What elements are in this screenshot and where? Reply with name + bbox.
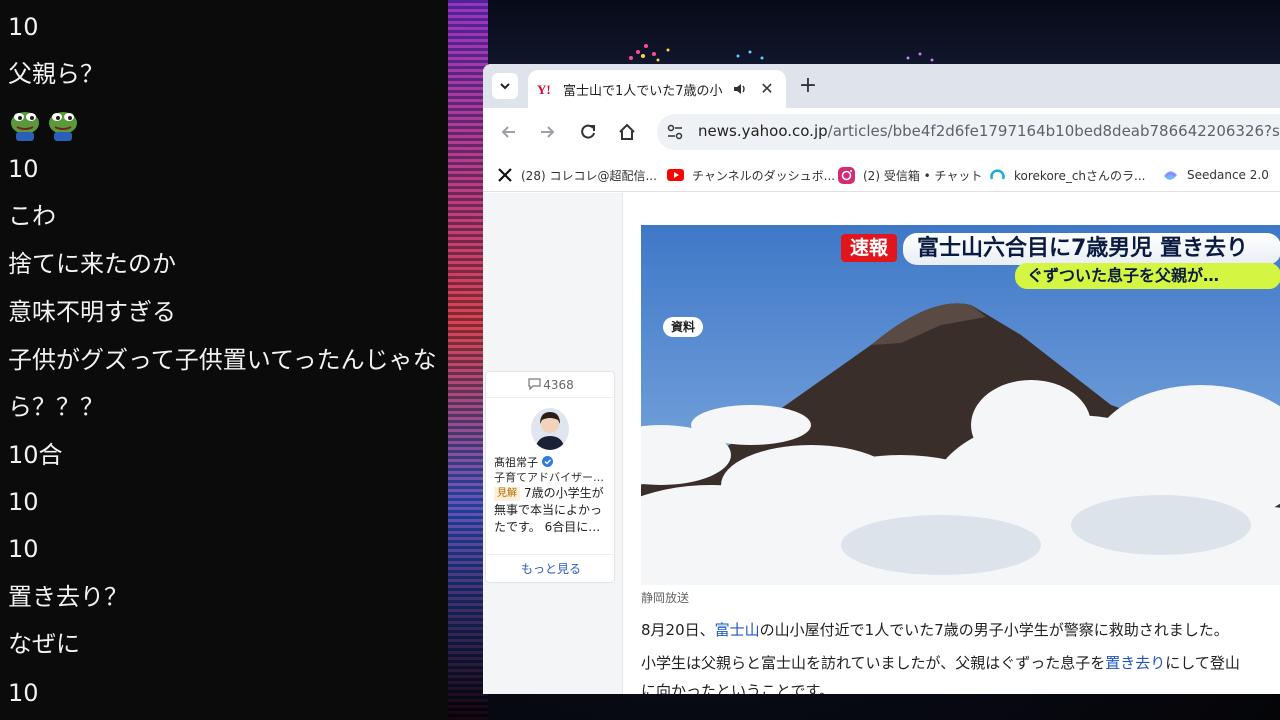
- chat-message: 意味不明すぎる: [8, 298, 176, 326]
- tab-close-button[interactable]: ✕: [758, 80, 776, 98]
- fireworks-top: [488, 0, 1280, 64]
- bookmark-label: (28) コレコレ@超配信...: [521, 168, 657, 183]
- tab-bar: Y! 富士山で1人でいた7歳の小学 ✕ +: [483, 64, 1280, 108]
- file-footage-label: 資料: [663, 317, 703, 337]
- chat-message: 10: [8, 155, 39, 183]
- verified-badge-icon: [541, 456, 553, 467]
- new-tab-button[interactable]: +: [797, 75, 819, 97]
- chat-overlay: 10 父親ら？ 10 こわ 捨てに来たのか 意味不明すぎる 子供がグズって子供置…: [0, 0, 448, 720]
- comment-icon: [528, 378, 541, 391]
- chat-message: 父親ら？: [8, 60, 104, 88]
- tab-search-button[interactable]: [492, 73, 518, 99]
- reload-icon[interactable]: [578, 122, 598, 142]
- bookmark-item[interactable]: Seedance 2.0: [1162, 165, 1269, 185]
- article-paragraph: 小学生は父親らと富士山を訪れていましたが、父親はぐずった息子を置き去りにして登山: [641, 654, 1240, 672]
- tab-active[interactable]: Y! 富士山で1人でいた7歳の小学 ✕: [528, 70, 786, 108]
- opinion-badge: 見解: [494, 487, 520, 501]
- article-side-column: 4368 髙祖常子 子育てアドバイザー… 7歳の小学生が無事で本当によかったです…: [483, 193, 623, 694]
- home-icon[interactable]: [617, 122, 637, 142]
- frog-emote-icon: [49, 112, 77, 141]
- yahoo-favicon-icon: Y!: [537, 82, 551, 97]
- seedance-icon: [1162, 167, 1179, 184]
- chat-message: [8, 104, 84, 144]
- browser-window: Y! 富士山で1人でいた7歳の小学 ✕ + news.yahoo.co.jp/a…: [483, 64, 1280, 694]
- see-more-link[interactable]: もっと見る: [486, 554, 616, 582]
- breaking-news-label: 速報: [841, 234, 897, 262]
- instagram-icon: [838, 166, 855, 184]
- expert-comment-card[interactable]: 4368 髙祖常子 子育てアドバイザー… 7歳の小学生が無事で本当によかったです…: [485, 371, 616, 583]
- tab-title: 富士山で1人でいた7歳の小学: [563, 84, 723, 98]
- keyword-link[interactable]: 富士山: [715, 621, 760, 639]
- author-role: 子育てアドバイザー…: [494, 471, 604, 484]
- article-image[interactable]: 速報 富士山六合目に7歳男児 置き去り ぐずついた息子を父親が… 資料: [641, 225, 1280, 585]
- chevron-down-icon: [500, 83, 510, 90]
- x-icon: [496, 167, 513, 184]
- keyword-link[interactable]: 置き去り: [1105, 654, 1165, 672]
- comment-count-value: 4368: [543, 378, 574, 392]
- fireworks-strip: [448, 0, 488, 720]
- bookmark-item[interactable]: (28) コレコレ@超配信...: [496, 165, 657, 185]
- chat-message: 子供がグズって子供置いてったんじゃな: [8, 346, 437, 374]
- url-host: news.yahoo.co.jp: [698, 122, 828, 140]
- author-name[interactable]: 髙祖常子: [494, 454, 553, 470]
- toolbar: news.yahoo.co.jp/articles/bbe4f2d6fe1797…: [483, 108, 1280, 156]
- bookmark-label: Seedance 2.0: [1187, 168, 1269, 182]
- address-bar[interactable]: news.yahoo.co.jp/articles/bbe4f2d6fe1797…: [657, 114, 1280, 150]
- site-settings-icon[interactable]: [665, 122, 685, 142]
- article-paragraph: 8月20日、富士山の山小屋付近で1人でいた7歳の男子小学生が警察に救助されました…: [641, 621, 1229, 639]
- chat-message: 捨てに来たのか: [8, 250, 176, 278]
- url-path: /articles/bbe4f2d6fe1797164b10bed8deab78…: [827, 122, 1280, 140]
- image-caption: 静岡放送: [641, 591, 690, 605]
- comment-count[interactable]: 4368: [486, 372, 616, 398]
- back-arrow-icon[interactable]: [499, 122, 519, 142]
- forward-arrow-icon[interactable]: [537, 122, 557, 142]
- frog-emote-icon: [11, 112, 39, 141]
- bookmark-item[interactable]: (2) 受信箱 • チャット: [838, 165, 982, 185]
- url-text: news.yahoo.co.jp/articles/bbe4f2d6fe1797…: [698, 122, 1280, 140]
- bookmark-label: korekore_chさんのラ...: [1014, 168, 1146, 183]
- chat-message: 10: [8, 679, 39, 707]
- youtube-icon: [667, 167, 684, 184]
- speaker-icon[interactable]: [732, 81, 748, 97]
- chat-message: 10: [8, 488, 39, 516]
- bookmark-label: チャンネルのダッシュボ...: [692, 168, 836, 183]
- chat-message: 10: [8, 13, 39, 41]
- chat-message: こわ: [8, 202, 56, 230]
- article-page: 4368 髙祖常子 子育てアドバイザー… 7歳の小学生が無事で本当によかったです…: [483, 193, 1280, 694]
- korekore-icon: [989, 167, 1006, 184]
- chat-message: なぜに: [8, 630, 80, 658]
- chat-message: 10合: [8, 441, 63, 469]
- bookmarks-bar: (28) コレコレ@超配信... チャンネルのダッシュボ... (2) 受信箱 …: [483, 156, 1280, 192]
- avatar[interactable]: [531, 408, 569, 450]
- fireworks-sparks: [629, 44, 934, 62]
- news-headline-telop: 富士山六合目に7歳男児 置き去り: [903, 233, 1280, 265]
- bookmark-label: (2) 受信箱 • チャット: [863, 168, 983, 183]
- chat-message: 10: [8, 535, 39, 563]
- chat-message: 置き去り？: [8, 583, 128, 611]
- chat-message: ら？？？: [8, 393, 104, 421]
- article-paragraph: に向かったということです。: [641, 682, 835, 694]
- bookmark-item[interactable]: チャンネルのダッシュボ...: [667, 165, 835, 185]
- news-subhead-telop: ぐずついた息子を父親が…: [1015, 263, 1280, 289]
- bookmark-item[interactable]: korekore_chさんのラ...: [989, 165, 1145, 185]
